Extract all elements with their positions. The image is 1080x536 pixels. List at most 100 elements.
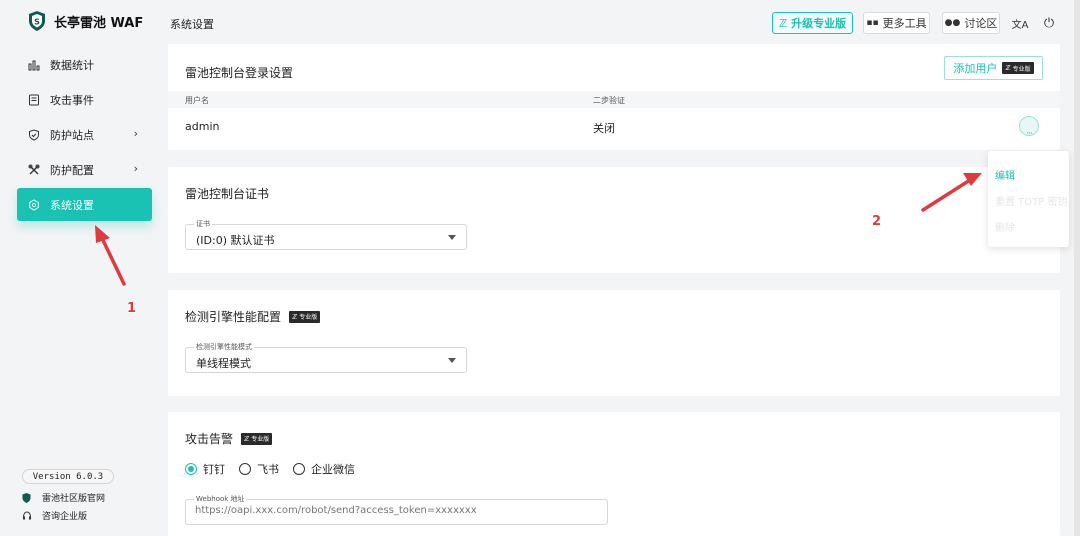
tools-icon [27, 163, 41, 177]
pro-badge-label: 专业版 [1012, 65, 1031, 73]
certificate-field-label: 证书 [194, 219, 212, 229]
radio-label: 企业微信 [311, 463, 355, 476]
upgrade-button[interactable]: ℤ 升级专业版 [772, 12, 853, 34]
chevron-right-icon: › [133, 127, 138, 140]
more-tools-label: 更多工具 [882, 17, 927, 30]
app-name: 长亭雷池 WAF [54, 15, 144, 31]
table-header: 用户名 二步验证 [168, 91, 1060, 108]
engine-card: 检测引擎性能配置 ℤ 专业版 检测引擎性能模式 单线程模式 [168, 290, 1060, 396]
app-logo[interactable]: S 长亭雷池 WAF [28, 11, 143, 31]
pro-badge: ℤ 专业版 [1002, 62, 1034, 74]
sidebar-item-attacks[interactable]: 攻击事件 [17, 83, 152, 116]
pro-badge: ℤ 专业版 [241, 432, 273, 445]
pro-z-icon: ℤ [244, 434, 250, 443]
engine-mode-select[interactable]: 检测引擎性能模式 单线程模式 [185, 342, 467, 373]
ellipsis-icon: ··· [1026, 129, 1033, 139]
pro-z-icon: ℤ [292, 312, 298, 321]
page-title: 系统设置 [170, 18, 214, 31]
certificate-card: 雷池控制台证书 证书 (ID:0) 默认证书 [168, 167, 1060, 273]
forum-label: 讨论区 [964, 17, 998, 30]
logout-icon[interactable]: ⏻ [1039, 13, 1059, 33]
sidebar-item-label: 防护配置 [50, 163, 94, 177]
menu-item-edit[interactable]: 编辑 [995, 167, 1015, 182]
shield-icon [27, 128, 41, 142]
grid-icon: ▪▪ [866, 18, 879, 28]
alert-title: 攻击告警 ℤ 专业版 [185, 430, 273, 447]
sidebar-item-sites[interactable]: 防护站点 › [17, 118, 152, 151]
add-user-label: 添加用户 [953, 62, 998, 75]
scrollbar[interactable] [1074, 0, 1080, 536]
svg-text:S: S [34, 18, 40, 27]
forum-button[interactable]: ●● 讨论区 [942, 12, 1000, 34]
users-icon: ●● [944, 18, 961, 28]
certificate-title-text: 雷池控制台证书 [185, 187, 270, 201]
radio-label: 钉钉 [203, 463, 225, 476]
headset-icon [22, 510, 32, 521]
webhook-field-label: Webhook 地址 [194, 494, 247, 504]
column-header-username: 用户名 [185, 96, 209, 105]
sidebar: S 长亭雷池 WAF 数据统计 攻击事件 防护站点 › 防护配置 › 系统设置 … [0, 0, 168, 536]
radio-circle [293, 463, 305, 475]
enterprise-consult-label: 咨询企业版 [42, 512, 88, 522]
cell-username: admin [185, 120, 220, 133]
sidebar-item-label: 数据统计 [50, 58, 94, 72]
dropdown-caret-icon [448, 358, 456, 363]
login-settings-title: 雷池控制台登录设置 [185, 64, 293, 81]
chevron-right-icon: › [133, 162, 138, 175]
engine-mode-value: 单线程模式 [196, 357, 251, 370]
table-row: admin 关闭 ··· [168, 108, 1060, 144]
radio-circle [239, 463, 251, 475]
certificate-select[interactable]: 证书 (ID:0) 默认证书 [185, 219, 467, 250]
sidebar-item-protection-config[interactable]: 防护配置 › [17, 153, 152, 186]
engine-field-label: 检测引擎性能模式 [194, 342, 254, 352]
community-site-label: 雷池社区版官网 [42, 494, 106, 504]
pro-badge: ℤ 专业版 [289, 310, 321, 323]
radio-feishu[interactable]: 飞书 [239, 461, 279, 477]
login-settings-card: 雷池控制台登录设置 添加用户 ℤ 专业版 用户名 二步验证 admin 关闭 ··… [168, 44, 1060, 150]
more-actions-button[interactable]: ··· [1019, 116, 1039, 139]
document-icon [27, 93, 41, 107]
radio-circle [185, 463, 197, 475]
pro-badge-label: 专业版 [251, 436, 270, 443]
login-settings-title-text: 雷池控制台登录设置 [185, 66, 294, 80]
column-header-two-step: 二步验证 [593, 96, 625, 105]
engine-title: 检测引擎性能配置 ℤ 专业版 [185, 308, 321, 325]
version-badge: Version 6.0.3 [22, 469, 114, 484]
sidebar-item-label: 防护站点 [50, 128, 94, 142]
sidebar-item-system-settings[interactable]: 系统设置 [17, 188, 152, 221]
sidebar-item-label: 攻击事件 [50, 93, 94, 107]
dropdown-caret-icon [448, 235, 456, 240]
webhook-input[interactable] [195, 505, 595, 516]
cell-two-step: 关闭 [593, 122, 615, 135]
alert-channel-radio-group: 钉钉 飞书 企业微信 [185, 461, 355, 477]
annotation-number-2: 2 [872, 214, 882, 229]
webhook-field: Webhook 地址 [185, 494, 608, 525]
annotation-number-1: 1 [127, 301, 137, 316]
sidebar-item-label: 系统设置 [50, 198, 94, 212]
shield-logo-icon: S [29, 11, 45, 31]
community-site-link[interactable]: 雷池社区版官网 [22, 491, 105, 504]
row-actions-menu: 编辑 重置 TOTP 密钥 删除 [988, 151, 1069, 247]
translate-icon[interactable]: 文A [1010, 13, 1030, 33]
more-tools-button[interactable]: ▪▪ 更多工具 [863, 12, 930, 34]
menu-item-delete[interactable]: 删除 [995, 219, 1015, 234]
menu-item-reset-totp[interactable]: 重置 TOTP 密钥 [995, 193, 1067, 208]
alert-title-text: 攻击告警 [185, 432, 234, 446]
pro-badge-label: 专业版 [299, 314, 318, 321]
gear-icon [27, 198, 41, 212]
shield-small-icon [22, 492, 32, 503]
upgrade-label: 升级专业版 [791, 17, 847, 30]
radio-label: 飞书 [257, 463, 279, 476]
certificate-value: (ID:0) 默认证书 [196, 234, 275, 247]
enterprise-consult-link[interactable]: 咨询企业版 [22, 509, 87, 522]
add-user-button[interactable]: 添加用户 ℤ 专业版 [944, 56, 1043, 80]
radio-wecom[interactable]: 企业微信 [293, 461, 355, 477]
alert-card: 攻击告警 ℤ 专业版 钉钉 飞书 企业微信 Webhook 地址 [168, 412, 1060, 536]
certificate-title: 雷池控制台证书 [185, 185, 269, 202]
bar-chart-icon [27, 58, 41, 72]
sidebar-item-stats[interactable]: 数据统计 [17, 48, 152, 81]
radio-dingtalk[interactable]: 钉钉 [185, 461, 225, 477]
pro-z-icon: ℤ [778, 16, 788, 30]
pro-z-icon: ℤ [1005, 64, 1011, 72]
engine-title-text: 检测引擎性能配置 [185, 310, 282, 324]
